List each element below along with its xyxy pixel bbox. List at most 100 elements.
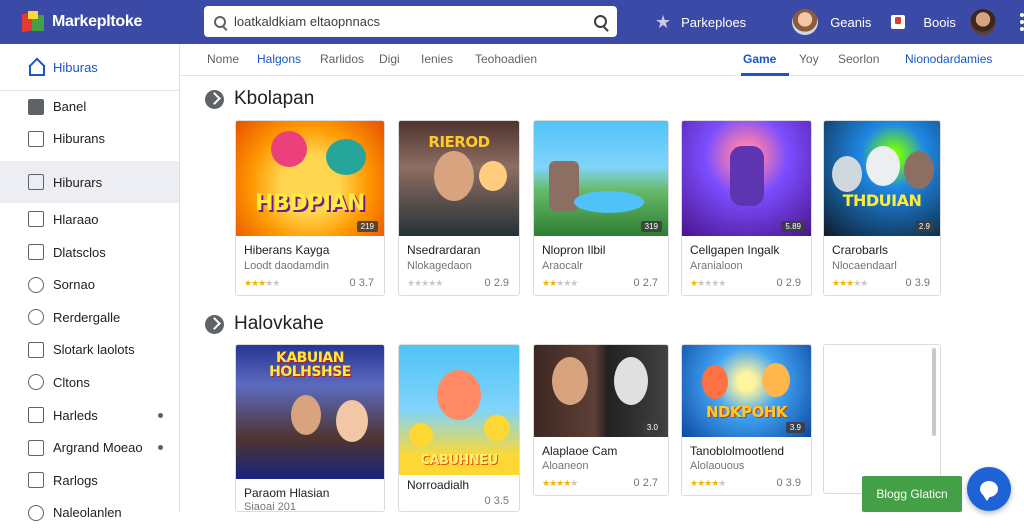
sidebar-item-label: Argrand Moeao xyxy=(53,440,143,456)
cta-button[interactable]: Blogg Glaticn xyxy=(862,476,962,512)
game-title: Paraom Hlasian xyxy=(244,486,330,500)
folder-icon xyxy=(28,439,44,456)
price-tag: 219 xyxy=(356,221,378,232)
game-card[interactable]: 5.89 Cellgapen Ingalk Aranialoon ★★★★★ 0… xyxy=(681,120,812,296)
game-thumbnail: 5.89 xyxy=(682,121,811,236)
game-developer: Nlocaendaarl xyxy=(832,260,897,272)
sidebar-item[interactable]: Cltons xyxy=(0,366,179,399)
game-thumbnail: NDKPOHK 3.9 xyxy=(682,345,811,437)
sidebar-item-home[interactable]: Hiburas xyxy=(0,44,179,90)
sidebar-item[interactable]: Rerdergalle xyxy=(0,301,179,334)
sidebar-item[interactable]: Naleolanlen xyxy=(0,497,179,529)
game-thumbnail: CABUHNEU xyxy=(399,345,519,475)
rating-score: 0 3.9 xyxy=(776,477,801,489)
user-name[interactable]: Geanis xyxy=(830,15,871,30)
flag-icon xyxy=(28,407,44,424)
tab[interactable]: Nionodardamies xyxy=(905,52,992,66)
notification-icon[interactable] xyxy=(891,15,906,29)
tab[interactable]: Teohoadien xyxy=(475,52,537,66)
tab[interactable]: Ienies xyxy=(421,52,453,66)
more-menu-icon[interactable] xyxy=(1019,13,1024,31)
star-icon[interactable]: ★ xyxy=(655,12,671,33)
rating-score: 0 2.7 xyxy=(633,477,658,489)
sidebar-item-label: Dlatsclos xyxy=(53,244,106,260)
profile-avatar[interactable] xyxy=(969,9,996,35)
search-bar[interactable] xyxy=(204,6,617,37)
sidebar-item-label: Hiburas xyxy=(53,59,98,75)
section-title: Halovkahe xyxy=(234,313,324,334)
game-card[interactable]: KABUIAN HOLHSHSE Paraom Hlasian Siaoai 2… xyxy=(235,344,385,512)
sidebar-item[interactable]: Banel xyxy=(0,90,179,123)
tab[interactable]: Yoy xyxy=(799,52,819,66)
sidebar-item-label: Hlaraao xyxy=(53,211,99,227)
game-developer: Siaoai 201 xyxy=(244,501,296,512)
thumbnail-title: NDKPOHK xyxy=(705,403,788,421)
tab-game[interactable]: Game xyxy=(743,52,776,66)
tab[interactable]: Nome xyxy=(207,52,239,66)
sidebar-item-label: Hiburars xyxy=(53,174,103,190)
game-card[interactable]: CABUHNEU Norroadialh 0 3.5 xyxy=(398,344,520,512)
tab[interactable]: Seorlon xyxy=(838,52,879,66)
rating-score: 0 3.5 xyxy=(484,495,509,507)
rating-stars: ★★★★★ xyxy=(542,478,578,488)
edit-icon xyxy=(28,472,44,489)
game-card[interactable]: NDKPOHK 3.9 Tanoblolmootlend Alolaouous … xyxy=(681,344,812,496)
library-icon xyxy=(28,130,44,147)
sidebar-item-label: Naleolanlen xyxy=(53,505,122,521)
game-title: Norroadialh xyxy=(407,478,470,492)
sidebar-item-label: Rarlogs xyxy=(53,472,98,488)
app-logo[interactable]: Markepltoke xyxy=(22,11,192,33)
tab[interactable]: Digi xyxy=(379,52,400,66)
thumbnail-title: HBDPIAN xyxy=(255,191,365,216)
sidebar-item[interactable]: Rarlogs xyxy=(0,464,179,497)
sidebar-item[interactable]: Argrand Moeao xyxy=(0,431,179,464)
chat-icon xyxy=(980,481,998,501)
expand-dot-icon[interactable] xyxy=(158,445,163,451)
game-card[interactable]: THDUIAN 2.9 Crarobarls Nlocaendaarl ★★★★… xyxy=(823,120,941,296)
section-header: Halovkahe xyxy=(205,313,324,335)
sidebar-item[interactable]: Hlaraao xyxy=(0,203,179,236)
game-developer: Araocalr xyxy=(542,260,583,272)
game-card[interactable]: 3.0 Alaplaoe Cam Aloaneon ★★★★★ 0 2.7 xyxy=(533,344,669,496)
gear-icon xyxy=(28,374,44,391)
search-input[interactable] xyxy=(234,14,594,29)
section-arrow-icon[interactable] xyxy=(205,314,224,334)
game-developer: Loodt daodamdin xyxy=(244,260,330,272)
settings-icon xyxy=(28,276,44,293)
sidebar-item[interactable]: Harleds xyxy=(0,399,179,432)
price-tag: 3.9 xyxy=(785,422,805,433)
price-tag: 319 xyxy=(640,221,662,232)
sidebar-item[interactable]: Hiburans xyxy=(0,123,179,156)
section-arrow-icon[interactable] xyxy=(205,89,224,109)
expand-dot-icon[interactable] xyxy=(158,412,163,418)
selected-tab-indicator xyxy=(741,73,789,76)
game-card[interactable]: 319 Nlopron Ilbil Araocalr ★★★★★ 0 2.7 xyxy=(533,120,669,296)
section-header: Kbolapan xyxy=(205,88,314,110)
game-title: Cellgapen Ingalk xyxy=(690,243,780,257)
sidebar-item[interactable]: Dlatsclos xyxy=(0,236,179,269)
sidebar-item[interactable]: Sornao xyxy=(0,268,179,301)
game-thumbnail: RIEROD xyxy=(399,121,519,236)
game-card[interactable]: HBDPIAN 219 Hiberans Kayga Loodt daodamd… xyxy=(235,120,385,296)
chat-button[interactable] xyxy=(967,467,1011,511)
sidebar-item-label: Sornao xyxy=(53,277,95,293)
user-secondary-name[interactable]: Boois xyxy=(923,15,956,30)
header-link[interactable]: Parkeploes xyxy=(681,15,746,30)
sidebar-item[interactable]: Slotark laolots xyxy=(0,334,179,367)
search-icon xyxy=(214,15,226,28)
avatar[interactable] xyxy=(792,9,819,35)
rating-stars: ★★★★★ xyxy=(832,278,868,288)
game-developer: Nlokagedaon xyxy=(407,260,472,272)
game-card[interactable]: RIEROD Nsedrardaran Nlokagedaon ★★★★★ 0 … xyxy=(398,120,520,296)
panel-icon xyxy=(28,98,44,115)
bookmark-icon xyxy=(28,174,44,191)
tab[interactable]: Halgons xyxy=(257,52,301,66)
sidebar-item-active[interactable]: Hiburars xyxy=(0,161,179,204)
search-submit-icon[interactable] xyxy=(594,15,607,28)
game-developer: Aloaneon xyxy=(542,460,589,472)
top-bar: Markepltoke ★ Parkeploes Geanis Boois xyxy=(0,0,1024,44)
tab[interactable]: Rarlidos xyxy=(320,52,364,66)
game-card-placeholder xyxy=(823,344,941,494)
scrollbar[interactable] xyxy=(932,348,936,436)
game-developer: Aranialoon xyxy=(690,260,743,272)
